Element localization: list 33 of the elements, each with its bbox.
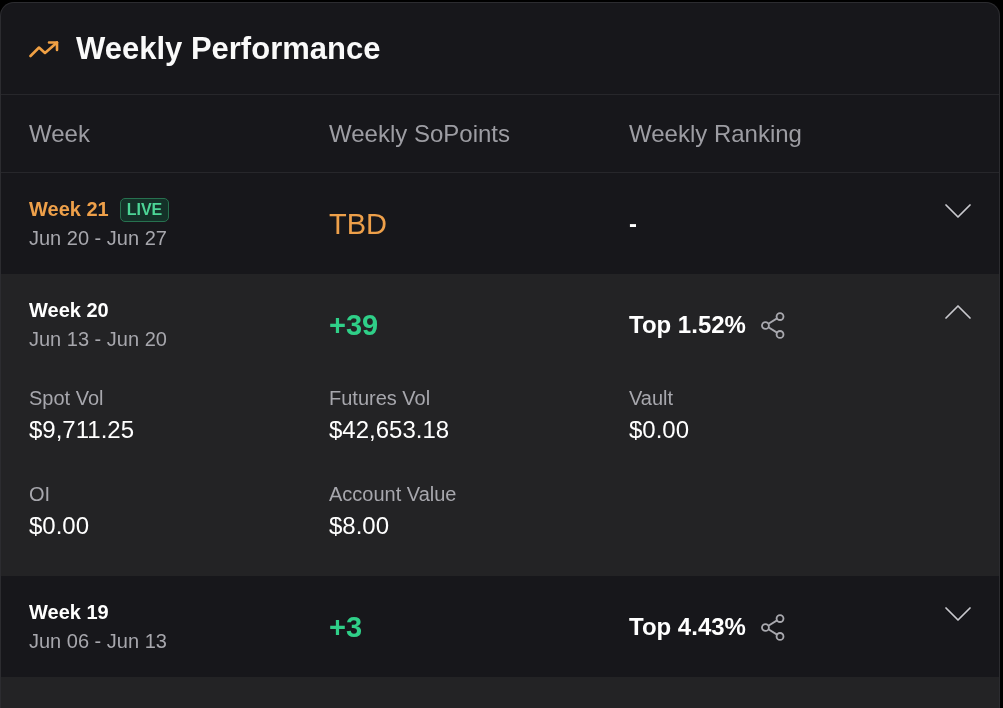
stat-label: OI: [29, 482, 51, 506]
stat-value: $0.00: [629, 415, 690, 445]
date-range: Jun 13 - Jun 20: [29, 327, 167, 352]
stat-label: Futures Vol: [329, 386, 431, 410]
stat-label: Spot Vol: [29, 386, 104, 410]
stat-label: Account Value: [329, 482, 457, 506]
stat-label: Vault: [629, 386, 674, 410]
trending-up-icon: [29, 39, 59, 58]
week-label: Week 20: [29, 298, 109, 323]
stat-value: $9,711.25: [29, 415, 134, 445]
column-header: Weekly Ranking: [629, 119, 802, 148]
column-header: Weekly SoPoints: [329, 119, 510, 148]
points-value: TBD: [329, 207, 387, 241]
date-range: Jun 06 - Jun 13: [29, 629, 167, 654]
chevron-down-icon[interactable]: [945, 204, 971, 218]
chevron-down-icon[interactable]: [945, 607, 971, 621]
panel-title: Weekly Performance: [76, 30, 381, 67]
date-range: Jun 20 - Jun 27: [29, 226, 167, 251]
chevron-up-icon[interactable]: [945, 305, 971, 319]
points-value: +39: [329, 308, 379, 342]
ranking-value: -: [629, 210, 637, 238]
share-icon[interactable]: [760, 311, 785, 339]
week-label: Week 21: [29, 197, 109, 222]
ranking-value: Top 4.43%: [629, 613, 746, 641]
stat-value: $42,653.18: [329, 415, 450, 445]
live-badge: LIVE: [119, 197, 170, 222]
stat-value: $0.00: [29, 511, 90, 541]
points-value: +3: [329, 610, 363, 644]
column-header: Week: [29, 119, 90, 148]
share-icon[interactable]: [760, 613, 785, 641]
ranking-value: Top 1.52%: [629, 311, 746, 339]
week-label: Week 19: [29, 600, 109, 625]
stat-value: $8.00: [329, 511, 390, 541]
